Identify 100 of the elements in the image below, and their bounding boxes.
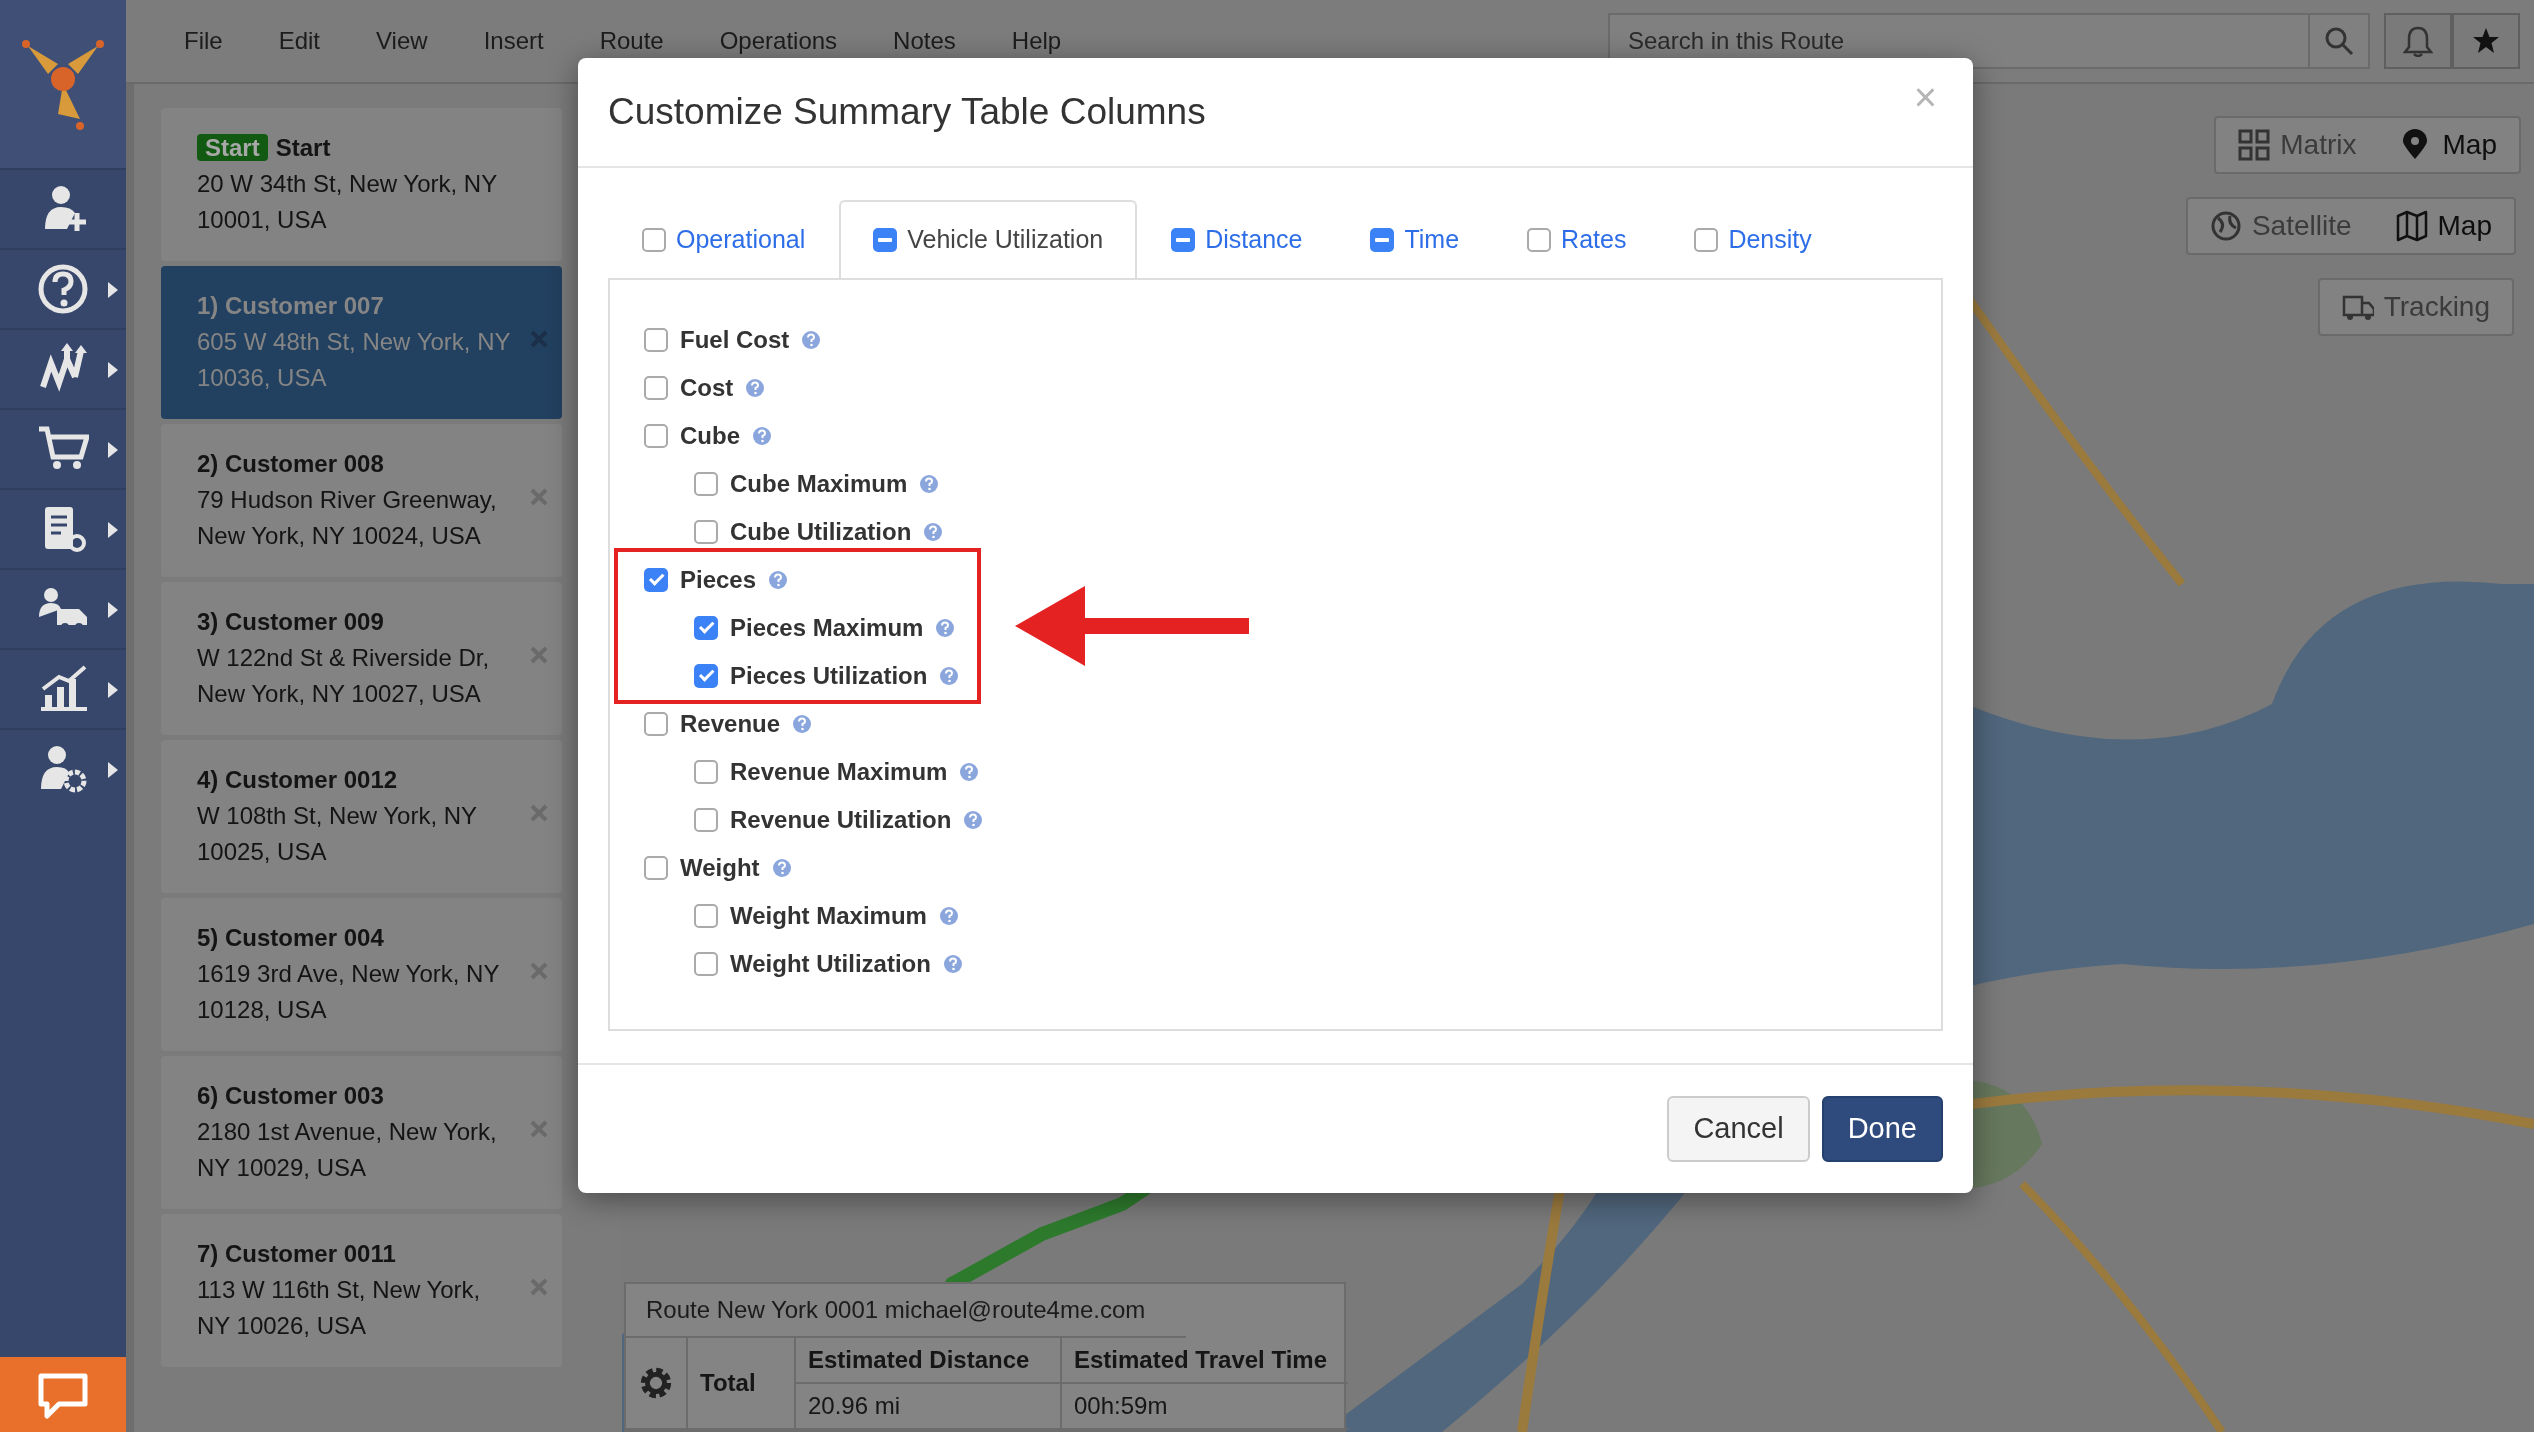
menu-item[interactable]: Edit [278, 23, 321, 59]
checkbox[interactable] [644, 328, 668, 352]
table-cell: 00h:59m [1060, 1384, 1348, 1430]
done-button[interactable]: Done [1821, 1096, 1943, 1162]
caret-icon[interactable] [108, 602, 118, 618]
menu-item[interactable]: Insert [483, 23, 544, 59]
tab[interactable]: Vehicle Utilization [839, 200, 1138, 278]
table-column-header: Estimated Distance [794, 1338, 1060, 1384]
stop-title: 1) Customer 007 [197, 292, 384, 319]
caret-icon[interactable] [108, 762, 118, 778]
menu-item[interactable]: File [184, 23, 223, 59]
checkbox[interactable] [1527, 228, 1552, 252]
caret-icon[interactable] [108, 522, 118, 538]
menu-item[interactable]: Help [1011, 23, 1062, 59]
checkbox[interactable] [1370, 228, 1395, 252]
menu-item[interactable]: View [376, 23, 428, 59]
map-control-button[interactable]: Map [2378, 118, 2519, 172]
checkbox[interactable] [642, 228, 666, 252]
option-label: Pieces Utilization [730, 661, 928, 691]
checkbox[interactable] [694, 520, 718, 544]
option-label: Cube [680, 421, 740, 451]
stop-address: 2180 1st Avenue, New York, [197, 1117, 498, 1147]
tab[interactable]: Time [1336, 200, 1494, 278]
checkbox[interactable] [644, 376, 668, 400]
caret-icon[interactable] [108, 362, 118, 378]
option-label: Weight [680, 853, 760, 883]
stop-card[interactable]: Start Start 20 W 34th St, New York, NY 10001, USA [161, 108, 562, 261]
stop-address: 20 W 34th St, New York, NY [197, 169, 499, 199]
tab[interactable]: Distance [1137, 200, 1337, 278]
stop-card[interactable]: 3) Customer 009 W 122nd St & Riverside Dr, New York, NY 10027, USA [161, 582, 562, 735]
stop-address: W 122nd St & Riverside Dr, [197, 643, 491, 673]
tab[interactable]: Density [1660, 200, 1846, 278]
star-icon [2472, 27, 2500, 55]
checkbox[interactable] [644, 424, 668, 448]
checkbox[interactable] [644, 712, 668, 736]
start-badge: Start [197, 134, 268, 161]
close-icon[interactable] [530, 1278, 548, 1296]
stop-address: New York, NY 10027, USA [197, 679, 482, 709]
option-label: Fuel Cost [680, 325, 790, 355]
checkbox[interactable] [694, 952, 718, 976]
stop-title: 5) Customer 004 [197, 924, 384, 951]
tab[interactable]: Operational [608, 200, 840, 278]
map-control-button[interactable]: Tracking [2319, 280, 2512, 334]
stop-card[interactable]: 7) Customer 0011 113 W 116th St, New York, NY 10026, USA [161, 1214, 562, 1367]
tab[interactable]: Rates [1493, 200, 1661, 278]
stop-address: 605 W 48th St, New York, NY [197, 327, 512, 357]
stop-address: NY 10026, USA [197, 1311, 367, 1341]
stop-card[interactable]: 1) Customer 007 605 W 48th St, New York, NY 10036, USA [161, 266, 562, 419]
stop-title: Start [275, 134, 331, 161]
stop-card[interactable]: 4) Customer 0012 W 108th St, New York, NY 10025, USA [161, 740, 562, 893]
checkbox[interactable] [1171, 228, 1196, 252]
grid-icon [2238, 129, 2271, 161]
help-icon[interactable] [37, 263, 89, 315]
checkbox[interactable] [873, 228, 898, 252]
checkbox[interactable] [694, 664, 718, 688]
stop-address: 113 W 116th St, New York, [197, 1275, 482, 1305]
map-control-button[interactable]: Matrix [2216, 118, 2379, 172]
stop-card[interactable]: 5) Customer 004 1619 3rd Ave, New York, NY 10128, USA [161, 898, 562, 1051]
folded-map-icon [2395, 210, 2428, 242]
cancel-button[interactable]: Cancel [1667, 1096, 1810, 1162]
checkbox[interactable] [644, 568, 668, 592]
stop-title: 7) Customer 0011 [197, 1240, 396, 1267]
close-icon[interactable] [530, 646, 548, 664]
menu-item[interactable]: Operations [719, 23, 838, 59]
search-button[interactable] [2308, 13, 2370, 69]
table-column-header: Estimated Travel Time [1060, 1338, 1348, 1384]
stop-address: W 108th St, New York, NY [197, 801, 479, 831]
caret-icon[interactable] [108, 442, 118, 458]
caret-icon[interactable] [108, 682, 118, 698]
checkbox[interactable] [694, 472, 718, 496]
stop-title: 6) Customer 003 [197, 1082, 384, 1109]
option-label: Cost [680, 373, 734, 403]
checkbox[interactable] [694, 904, 718, 928]
notifications-button[interactable] [2384, 13, 2452, 69]
option-label: Pieces Maximum [730, 613, 924, 643]
close-icon[interactable] [530, 488, 548, 506]
map-control-button[interactable]: Map [2373, 199, 2514, 253]
map-control-button[interactable]: Satellite [2187, 199, 2374, 253]
close-icon[interactable] [530, 1120, 548, 1138]
stop-address: 10025, USA [197, 837, 328, 867]
caret-icon[interactable] [108, 282, 118, 298]
menu-item[interactable]: Route [599, 23, 664, 59]
bell-icon [2403, 25, 2433, 57]
close-icon[interactable] [530, 330, 548, 348]
option-label: Cube Utilization [730, 517, 912, 547]
checkbox[interactable] [1694, 228, 1719, 252]
checkbox[interactable] [694, 616, 718, 640]
checkbox[interactable] [694, 760, 718, 784]
checkbox[interactable] [644, 856, 668, 880]
stop-card[interactable]: 6) Customer 003 2180 1st Avenue, New York, NY 10029, USA [161, 1056, 562, 1209]
search-field[interactable]: Search in this Route [1608, 13, 2308, 69]
checkbox[interactable] [694, 808, 718, 832]
stop-card[interactable]: 2) Customer 008 79 Hudson River Greenway, New York, NY 10024, USA [161, 424, 562, 577]
stop-address: 10128, USA [197, 995, 328, 1025]
option-label: Revenue [680, 709, 781, 739]
close-icon[interactable] [530, 962, 548, 980]
favorites-button[interactable] [2452, 13, 2520, 69]
option-label: Revenue Utilization [730, 805, 952, 835]
menu-item[interactable]: Notes [893, 23, 956, 59]
close-icon[interactable] [530, 804, 548, 822]
